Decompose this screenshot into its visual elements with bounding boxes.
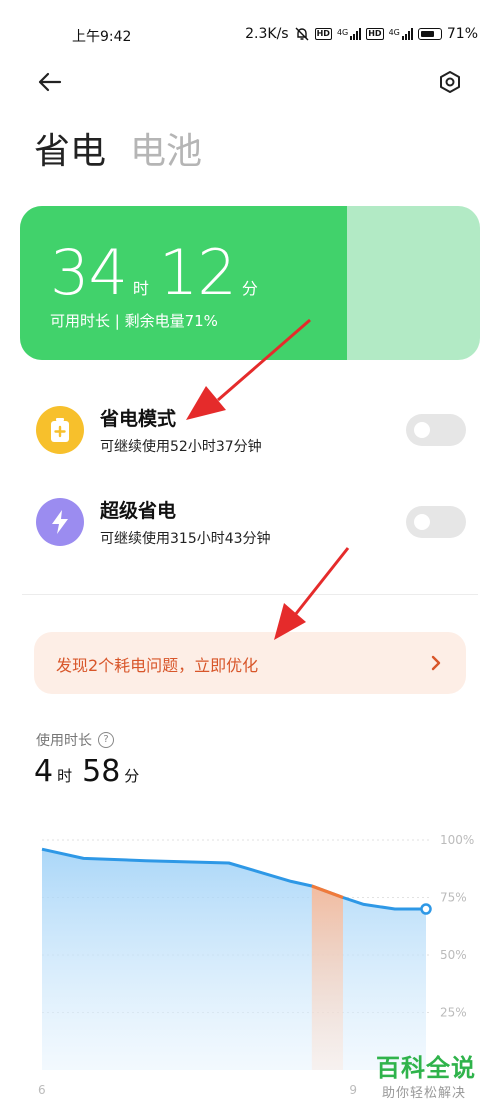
remaining-time: 34 时 12 分 — [50, 236, 268, 309]
status-time: 上午9:42 — [72, 29, 132, 45]
watermark-logo-text: 百科全说 — [376, 1054, 476, 1082]
mode-icon-circle — [36, 406, 84, 454]
y-tick-label: 75% — [440, 891, 467, 905]
x-tick-label: 9 — [349, 1083, 357, 1097]
back-arrow-icon — [38, 72, 62, 92]
signal-2: 4G — [389, 28, 413, 40]
usage-minutes-unit: 分 — [124, 767, 140, 785]
hours-unit: 时 — [132, 279, 149, 298]
network-type-1: 4G — [336, 28, 349, 37]
super-saving-toggle[interactable] — [406, 506, 466, 538]
usage-label-row: 使用时长 ? — [36, 730, 114, 750]
optimize-text: 发现2个耗电问题，立即优化 — [56, 656, 259, 675]
back-button[interactable] — [34, 66, 66, 98]
mode-description: 可继续使用315小时43分钟 — [100, 531, 271, 547]
signal-bars-2-icon — [401, 28, 413, 40]
hd-badge-2: HD — [366, 28, 384, 40]
chevron-right-icon — [431, 655, 441, 671]
super-saving-mode-row[interactable]: 超级省电 可继续使用315小时43分钟 — [36, 492, 466, 552]
status-bar: 上午9:42 2.3K/s HD 4G HD 4G 71% — [0, 22, 500, 48]
remaining-hours: 34 — [50, 236, 128, 309]
y-tick-label: 100% — [440, 833, 474, 847]
battery-icon — [417, 28, 442, 40]
lightning-icon — [52, 510, 68, 534]
mode-description: 可继续使用52小时37分钟 — [100, 439, 262, 455]
tab-battery[interactable]: 电池 — [130, 122, 202, 174]
mode-icon-circle — [36, 498, 84, 546]
mode-title: 超级省电 — [100, 500, 177, 522]
divider — [22, 594, 478, 595]
mute-bell-icon — [295, 27, 309, 41]
power-saving-toggle[interactable] — [406, 414, 466, 446]
chart-current-point — [420, 903, 432, 915]
y-tick-label: 25% — [440, 1006, 467, 1020]
usage-label: 使用时长 — [36, 733, 92, 749]
power-saving-mode-row[interactable]: 省电模式 可继续使用52小时37分钟 — [36, 400, 466, 460]
battery-card: 34 时 12 分 可用时长 | 剩余电量71% — [20, 206, 480, 360]
settings-hexagon-icon — [440, 71, 460, 93]
settings-button[interactable] — [434, 66, 466, 98]
signal-bars-1-icon — [350, 28, 362, 40]
x-tick-label: 6 — [38, 1083, 46, 1097]
remaining-minutes: 12 — [158, 236, 237, 309]
usage-duration: 4 时 58 分 — [34, 754, 149, 789]
chart-highlight-band — [311, 886, 343, 1070]
signal-1: 4G — [336, 28, 362, 40]
watermark-subtitle: 助你轻松解决 — [382, 1086, 467, 1101]
minutes-unit: 分 — [241, 279, 258, 298]
tab-power-saving[interactable]: 省电 — [34, 122, 106, 174]
status-right: 2.3K/s HD 4G HD 4G 71% — [245, 26, 478, 42]
battery-subtitle: 可用时长 | 剩余电量71% — [50, 312, 218, 330]
chart-area-fill — [42, 849, 426, 1070]
mode-title: 省电模式 — [100, 408, 177, 430]
chart-area-layer — [41, 847, 432, 1070]
battery-plus-icon — [51, 418, 69, 442]
network-speed: 2.3K/s — [245, 26, 289, 42]
usage-minutes: 58 — [82, 754, 121, 789]
tab-bar: 省电 电池 — [34, 122, 202, 174]
optimize-banner[interactable]: 发现2个耗电问题，立即优化 — [34, 632, 466, 694]
network-type-2: 4G — [388, 28, 400, 37]
usage-hours: 4 — [34, 754, 54, 789]
help-icon[interactable]: ? — [98, 732, 114, 748]
battery-percent: 71% — [446, 26, 478, 42]
usage-hours-unit: 时 — [57, 767, 73, 785]
hd-badge-1: HD — [314, 28, 332, 40]
y-tick-label: 50% — [440, 948, 467, 962]
